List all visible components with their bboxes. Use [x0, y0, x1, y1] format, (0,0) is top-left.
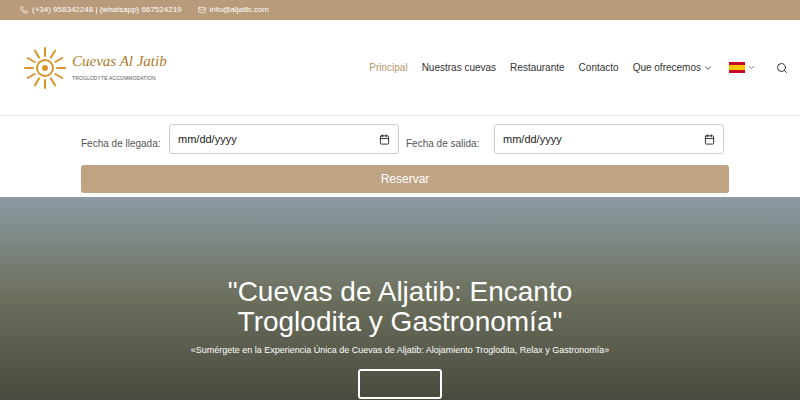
search-icon[interactable]: [776, 62, 788, 74]
calendar-icon[interactable]: [379, 134, 390, 145]
phone-icon: [20, 6, 28, 14]
phone-info: (+34) 958342248 | (whatsapp) 667524219: [20, 4, 182, 16]
main-nav: Principal Nuestras cuevas Restaurante Conta…: [369, 60, 788, 75]
hero-button[interactable]: [358, 369, 442, 399]
spain-flag-icon: [729, 62, 745, 73]
nav-item[interactable]: Nuestras cuevas: [422, 60, 496, 75]
nav-item[interactable]: Que ofrecemos: [633, 60, 713, 75]
hero: "Cuevas de Aljatib: Encanto Troglodita y…: [0, 197, 800, 400]
sun-logo-icon: [22, 45, 68, 91]
language-selector[interactable]: [729, 62, 756, 73]
date-label: Fecha de salida:: [406, 128, 494, 151]
date-input[interactable]: mm/dd/yyyy: [169, 124, 399, 154]
header: Cuevas Al Jatib TROGLODYTE ACCOMMODATION P…: [0, 20, 800, 116]
date-input[interactable]: mm/dd/yyyy: [494, 124, 724, 154]
hero-subtitle: «Sumérgete en la Experiencia Única de Cu…: [191, 343, 610, 357]
nav-item[interactable]: Contacto: [579, 60, 619, 75]
email-info[interactable]: info@aljatib.com: [198, 4, 269, 16]
calendar-icon[interactable]: [704, 134, 715, 145]
mail-icon: [198, 6, 206, 14]
logo-name: Cuevas Al Jatib: [72, 52, 167, 71]
hero-title: "Cuevas de Aljatib: Encanto Troglodita y…: [190, 277, 610, 337]
booking-form: Fecha de llegada:mm/dd/yyyyFecha de sali…: [0, 116, 800, 197]
chevron-down-icon: [747, 63, 756, 72]
date-label: Fecha de llegada:: [81, 128, 169, 151]
page: (+34) 958342248 | (whatsapp) 667524219 in…: [0, 0, 800, 400]
logo[interactable]: Cuevas Al Jatib TROGLODYTE ACCOMMODATION: [22, 45, 167, 91]
nav-item[interactable]: Principal: [369, 60, 407, 75]
nav-item[interactable]: Restaurante: [510, 60, 564, 75]
top-bar: (+34) 958342248 | (whatsapp) 667524219 in…: [0, 0, 800, 20]
reserve-button[interactable]: Reservar: [81, 165, 729, 193]
chevron-down-icon: [703, 63, 713, 73]
logo-tagline: TROGLODYTE ACCOMMODATION: [72, 75, 167, 83]
